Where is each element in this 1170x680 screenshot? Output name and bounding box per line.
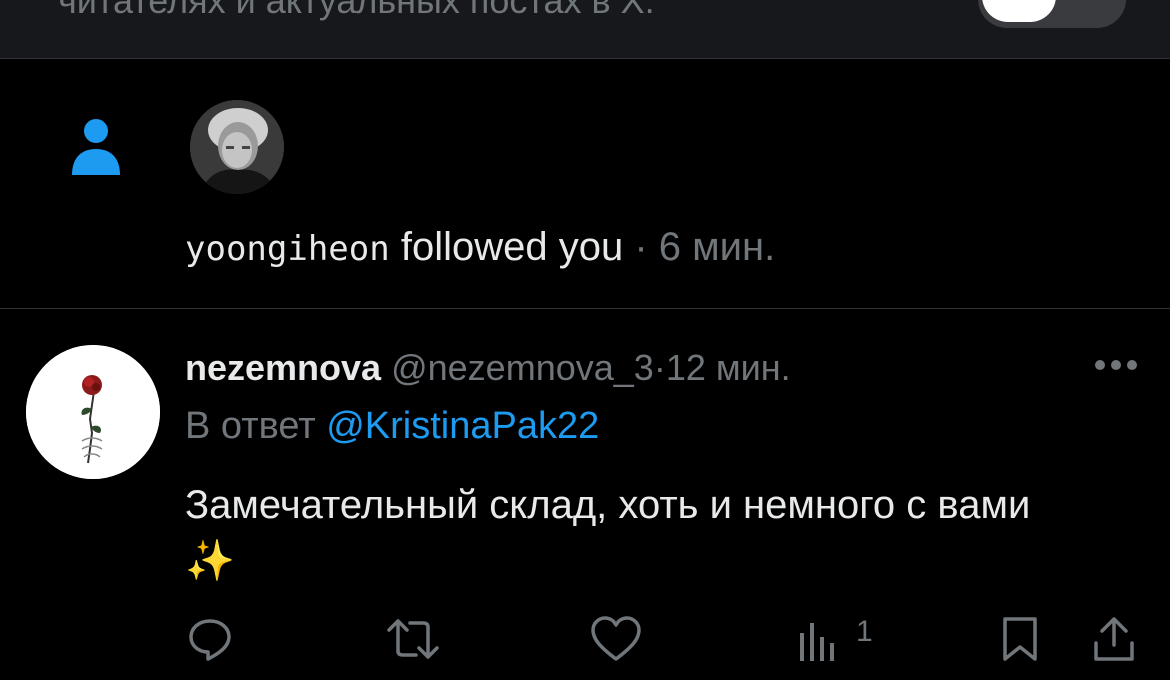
toggle-knob[interactable] — [982, 0, 1056, 22]
follower-avatar[interactable] — [190, 100, 284, 194]
rose-avatar-image — [26, 345, 160, 479]
retweet-icon — [387, 619, 439, 659]
more-icon[interactable] — [1094, 357, 1138, 373]
person-icon — [72, 119, 120, 175]
author-name[interactable]: nezemnova — [185, 347, 381, 388]
bookmark-button[interactable] — [1000, 615, 1040, 663]
share-icon — [1094, 617, 1134, 661]
reply-icon — [189, 619, 231, 661]
views-button[interactable] — [796, 615, 840, 663]
author-handle[interactable]: @nezemnova_3 — [391, 347, 654, 388]
views-icon — [800, 623, 834, 661]
author-avatar[interactable] — [26, 345, 160, 479]
views-count: 1 — [856, 615, 873, 648]
reply-mention[interactable]: @KristinaPak22 — [326, 405, 599, 447]
banner-toggle[interactable] — [978, 0, 1126, 28]
follower-username[interactable]: yoongiheon — [185, 229, 390, 269]
tweet-text: Замечательный склад, хоть и немного с ва… — [185, 483, 1031, 583]
settings-banner: читателях и актуальных постах в X. — [0, 0, 1170, 59]
reply-tweet[interactable]: nezemnova @nezemnova_3·12 мин. В ответ @… — [0, 309, 1170, 680]
tweet-header: nezemnova @nezemnova_3·12 мин. — [185, 347, 791, 389]
follow-action: followed you — [400, 225, 624, 269]
share-button[interactable] — [1092, 615, 1136, 663]
like-button[interactable] — [590, 615, 642, 663]
follow-time: 6 мин. — [658, 225, 776, 269]
reply-button[interactable] — [186, 615, 234, 663]
header-separator: · — [653, 347, 666, 388]
like-icon — [591, 616, 641, 661]
follower-photo — [190, 100, 284, 194]
follow-notification[interactable]: yoongiheon followed you · 6 мин. — [0, 59, 1170, 309]
follow-text: yoongiheon followed you · 6 мин. — [185, 225, 775, 270]
tweet-time: 12 мин. — [665, 347, 791, 388]
banner-text: читателях и актуальных постах в X. — [58, 0, 655, 21]
tweet-actions: 1 — [0, 609, 1170, 669]
follow-separator: · — [634, 225, 648, 269]
bookmark-icon — [1003, 617, 1037, 661]
retweet-button[interactable] — [386, 615, 440, 663]
reply-to-line: В ответ @KristinaPak22 — [185, 405, 599, 448]
reply-prefix: В ответ — [185, 405, 316, 447]
